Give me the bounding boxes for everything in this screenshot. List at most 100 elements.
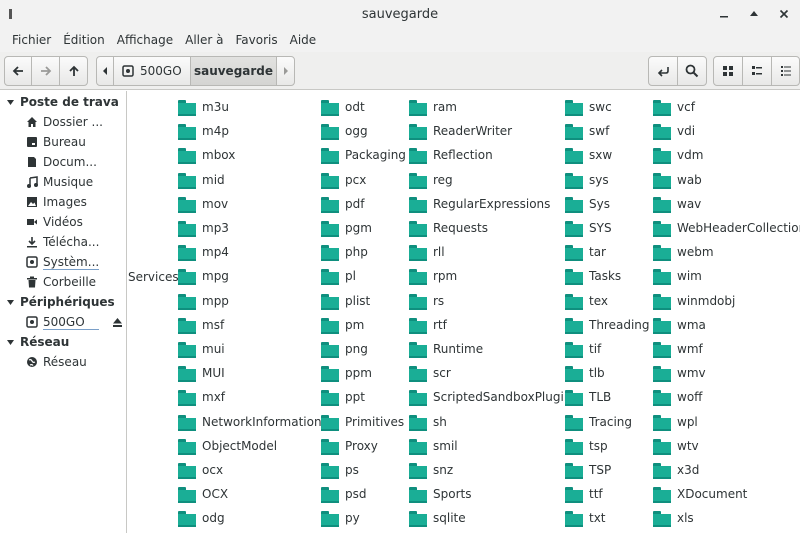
folder-item[interactable]: WebHeaderCollection bbox=[653, 216, 800, 240]
folder-item[interactable]: snz bbox=[409, 458, 571, 482]
sidebar-item-corbeille[interactable]: Corbeille bbox=[0, 272, 126, 292]
file-label-partial[interactable]: Services bbox=[128, 270, 179, 284]
up-button[interactable] bbox=[59, 56, 88, 86]
folder-item[interactable]: sh bbox=[409, 409, 571, 433]
folder-item[interactable]: wim bbox=[653, 264, 800, 288]
folder-item[interactable]: py bbox=[321, 506, 406, 530]
folder-item[interactable]: tar bbox=[565, 240, 650, 264]
sidebar-section-devices[interactable]: Périphériques bbox=[0, 292, 126, 312]
folder-item[interactable]: m4p bbox=[178, 119, 322, 143]
folder-item[interactable]: swc bbox=[565, 95, 650, 119]
folder-item[interactable]: XDocument bbox=[653, 482, 800, 506]
folder-item[interactable]: vcf bbox=[653, 95, 800, 119]
folder-item[interactable]: Reflection bbox=[409, 143, 571, 167]
folder-item[interactable]: mp3 bbox=[178, 216, 322, 240]
menu-aller-a[interactable]: Aller à bbox=[179, 28, 229, 52]
sidebar-item-images[interactable]: Images bbox=[0, 192, 126, 212]
folder-item[interactable]: sys bbox=[565, 168, 650, 192]
folder-item[interactable]: Proxy bbox=[321, 434, 406, 458]
folder-item[interactable]: RegularExpressions bbox=[409, 192, 571, 216]
folder-item[interactable]: odg bbox=[178, 506, 322, 530]
folder-item[interactable]: Primitives bbox=[321, 409, 406, 433]
folder-item[interactable]: tsp bbox=[565, 434, 650, 458]
folder-item[interactable]: psd bbox=[321, 482, 406, 506]
folder-item[interactable]: ReaderWriter bbox=[409, 119, 571, 143]
folder-item[interactable]: plist bbox=[321, 289, 406, 313]
folder-item[interactable]: wmv bbox=[653, 361, 800, 385]
folder-item[interactable]: odt bbox=[321, 95, 406, 119]
folder-item[interactable]: pcx bbox=[321, 168, 406, 192]
folder-item[interactable]: pgm bbox=[321, 216, 406, 240]
folder-item[interactable]: Requests bbox=[409, 216, 571, 240]
location-toggle-button[interactable] bbox=[648, 56, 678, 86]
folder-item[interactable]: Packaging bbox=[321, 143, 406, 167]
folder-item[interactable]: rpm bbox=[409, 264, 571, 288]
folder-item[interactable]: txt bbox=[565, 506, 650, 530]
menu-fichier[interactable]: Fichier bbox=[6, 28, 57, 52]
folder-item[interactable]: Tasks bbox=[565, 264, 650, 288]
folder-item[interactable]: mpp bbox=[178, 289, 322, 313]
path-drive-button[interactable]: 500GO bbox=[113, 56, 191, 86]
path-scroll-right-button[interactable] bbox=[276, 56, 295, 86]
folder-item[interactable]: ObjectModel bbox=[178, 434, 322, 458]
folder-item[interactable]: winmdobj bbox=[653, 289, 800, 313]
folder-item[interactable]: woff bbox=[653, 385, 800, 409]
sidebar-item-bureau[interactable]: Bureau bbox=[0, 132, 126, 152]
folder-item[interactable]: rs bbox=[409, 289, 571, 313]
folder-item[interactable]: rtf bbox=[409, 313, 571, 337]
folder-item[interactable]: m3u bbox=[178, 95, 322, 119]
folder-item[interactable]: OCX bbox=[178, 482, 322, 506]
folder-item[interactable]: Sports bbox=[409, 482, 571, 506]
app-menu-icon[interactable] bbox=[8, 8, 14, 20]
menu-favoris[interactable]: Favoris bbox=[230, 28, 284, 52]
folder-item[interactable]: mov bbox=[178, 192, 322, 216]
sidebar-item-telechargements[interactable]: Télécha... bbox=[0, 232, 126, 252]
search-button[interactable] bbox=[677, 56, 707, 86]
maximize-button[interactable] bbox=[744, 4, 764, 24]
folder-item[interactable]: webm bbox=[653, 240, 800, 264]
path-scroll-left-button[interactable] bbox=[96, 56, 114, 86]
folder-item[interactable]: mpg bbox=[178, 264, 322, 288]
folder-item[interactable]: pl bbox=[321, 264, 406, 288]
folder-item[interactable]: wab bbox=[653, 168, 800, 192]
folder-item[interactable]: ram bbox=[409, 95, 571, 119]
folder-item[interactable]: mxf bbox=[178, 385, 322, 409]
folder-item[interactable]: swf bbox=[565, 119, 650, 143]
folder-item[interactable]: sqlite bbox=[409, 506, 571, 530]
sidebar-item-musique[interactable]: Musique bbox=[0, 172, 126, 192]
folder-item[interactable]: rll bbox=[409, 240, 571, 264]
folder-item[interactable]: msf bbox=[178, 313, 322, 337]
sidebar-item-500go[interactable]: 500GO bbox=[0, 312, 126, 332]
menu-affichage[interactable]: Affichage bbox=[111, 28, 179, 52]
folder-item[interactable]: ScriptedSandboxPlugin bbox=[409, 385, 571, 409]
folder-item[interactable]: mp4 bbox=[178, 240, 322, 264]
menu-edition[interactable]: Édition bbox=[57, 28, 111, 52]
icon-view-button[interactable] bbox=[713, 56, 743, 86]
folder-item[interactable]: tlb bbox=[565, 361, 650, 385]
folder-item[interactable]: MUI bbox=[178, 361, 322, 385]
folder-item[interactable]: php bbox=[321, 240, 406, 264]
eject-icon[interactable] bbox=[112, 317, 123, 328]
sidebar-item-documents[interactable]: Docum... bbox=[0, 152, 126, 172]
folder-item[interactable]: mui bbox=[178, 337, 322, 361]
folder-item[interactable]: TSP bbox=[565, 458, 650, 482]
folder-item[interactable]: Threading bbox=[565, 313, 650, 337]
folder-item[interactable]: ocx bbox=[178, 458, 322, 482]
forward-button[interactable] bbox=[31, 56, 60, 86]
folder-item[interactable]: TLB bbox=[565, 385, 650, 409]
folder-item[interactable]: reg bbox=[409, 168, 571, 192]
folder-item[interactable]: ppm bbox=[321, 361, 406, 385]
folder-item[interactable]: NetworkInformation bbox=[178, 409, 322, 433]
sidebar-section-network[interactable]: Réseau bbox=[0, 332, 126, 352]
sidebar-item-reseau[interactable]: Réseau bbox=[0, 352, 126, 372]
folder-item[interactable]: mbox bbox=[178, 143, 322, 167]
folder-item[interactable]: scr bbox=[409, 361, 571, 385]
minimize-button[interactable] bbox=[714, 4, 734, 24]
folder-item[interactable]: tex bbox=[565, 289, 650, 313]
folder-item[interactable]: wav bbox=[653, 192, 800, 216]
folder-item[interactable]: mid bbox=[178, 168, 322, 192]
back-button[interactable] bbox=[4, 56, 32, 86]
folder-item[interactable]: SYS bbox=[565, 216, 650, 240]
folder-item[interactable]: sxw bbox=[565, 143, 650, 167]
folder-item[interactable]: wma bbox=[653, 313, 800, 337]
